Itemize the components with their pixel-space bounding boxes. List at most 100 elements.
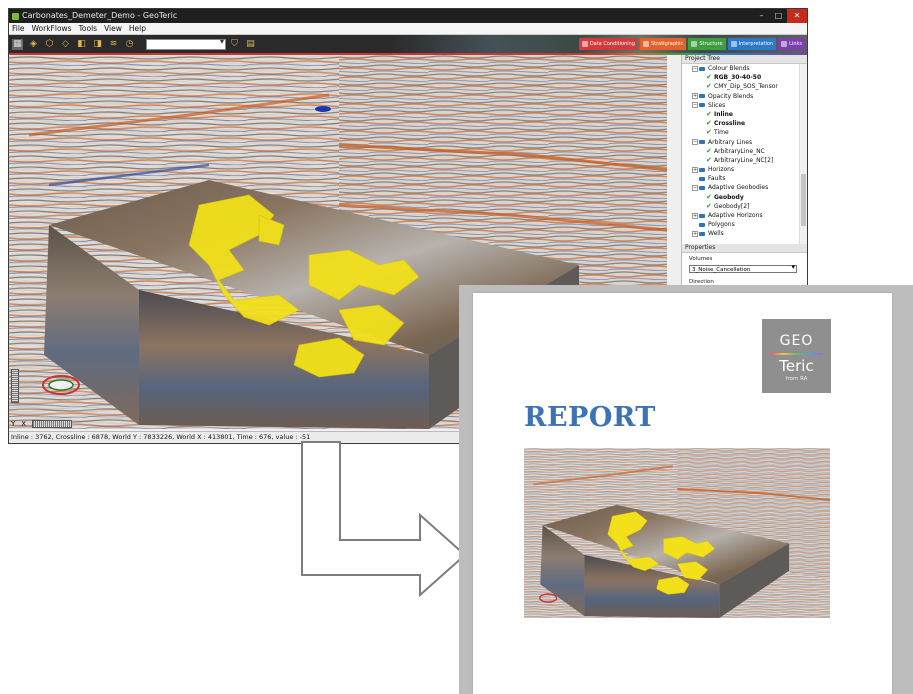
menu-help[interactable]: Help bbox=[129, 23, 146, 34]
workflow-tab-structure[interactable]: Structure bbox=[688, 38, 726, 50]
slice-icon[interactable]: ◧ bbox=[76, 39, 87, 50]
tree-item-label: Arbitrary Lines bbox=[708, 138, 753, 146]
close-button[interactable]: ✕ bbox=[787, 9, 807, 23]
window-title: Carbonates_Demeter_Demo - GeoTeric bbox=[22, 11, 178, 20]
checkmark-icon[interactable]: ✔ bbox=[706, 110, 712, 119]
tree-item-label: Crossline bbox=[714, 120, 746, 128]
shield-icon[interactable]: ⛉ bbox=[229, 39, 240, 50]
data-conditioning-icon bbox=[581, 41, 588, 47]
tree-item[interactable]: Faults bbox=[682, 174, 807, 183]
tree-item[interactable]: ✔ Inline bbox=[682, 110, 807, 119]
checkmark-icon[interactable]: ✔ bbox=[706, 119, 712, 128]
checkmark-icon[interactable]: ✔ bbox=[706, 82, 712, 91]
workflow-tab-data-conditioning[interactable]: Data Conditioning bbox=[578, 38, 638, 50]
expand-icon[interactable]: + bbox=[692, 93, 698, 100]
volume-icon[interactable]: ⬡ bbox=[44, 39, 55, 50]
tree-item[interactable]: ✔ ArbitraryLine_NC[2] bbox=[682, 156, 807, 165]
maximize-button[interactable]: □ bbox=[770, 9, 787, 23]
stratigraphic-icon bbox=[642, 41, 649, 47]
tree-item[interactable]: ✔ Geobody[2] bbox=[682, 202, 807, 211]
folder-icon bbox=[699, 167, 705, 172]
direction-label: Direction bbox=[689, 279, 714, 285]
collapse-icon[interactable]: − bbox=[692, 102, 698, 109]
tree-item[interactable]: ✔ ArbitraryLine_NC bbox=[682, 147, 807, 156]
tree-item[interactable]: − Arbitrary Lines bbox=[682, 138, 807, 147]
document-icon[interactable]: ▤ bbox=[245, 39, 256, 50]
tree-item[interactable]: ✔ Geobody bbox=[682, 193, 807, 202]
checkmark-icon[interactable]: ✔ bbox=[706, 193, 712, 202]
tree-item-label: ArbitraryLine_NC bbox=[714, 147, 765, 155]
collapse-icon[interactable]: − bbox=[692, 185, 698, 192]
vertical-slider[interactable] bbox=[11, 369, 19, 403]
minimize-button[interactable]: – bbox=[753, 9, 770, 23]
tree-scrollbar[interactable] bbox=[799, 64, 807, 244]
workflow-tab-links[interactable]: Links bbox=[778, 38, 805, 50]
tree-item-label: Colour Blends bbox=[708, 65, 750, 72]
folder-icon bbox=[699, 213, 705, 218]
tree-item-label: Faults bbox=[708, 175, 726, 183]
tree-item-label: Opacity Blends bbox=[708, 92, 754, 100]
tree-item-label: ArbitraryLine_NC[2] bbox=[714, 156, 774, 164]
tree-item-label: Wells bbox=[708, 230, 724, 238]
checkmark-icon[interactable]: ✔ bbox=[706, 128, 712, 137]
y-axis-label: Y bbox=[11, 420, 16, 428]
menu-tools[interactable]: Tools bbox=[79, 23, 97, 34]
folder-icon bbox=[699, 222, 705, 227]
tree-item[interactable]: − Colour Blends bbox=[682, 64, 807, 73]
tree-item[interactable]: − Slices bbox=[682, 101, 807, 110]
menu-bar: File WorkFlows Tools View Help bbox=[9, 23, 807, 35]
expand-icon[interactable]: + bbox=[692, 212, 698, 219]
stack-icon[interactable]: ≋ bbox=[108, 39, 119, 50]
workflow-tab-stratigraphic[interactable]: Stratigraphic bbox=[639, 38, 687, 50]
tree-item[interactable]: Polygons bbox=[682, 220, 807, 229]
tree-item-label: Geobody bbox=[714, 193, 744, 201]
folder-icon bbox=[699, 103, 705, 108]
tree-item-label: RGB_30-40-50 bbox=[714, 74, 762, 82]
tree-item[interactable]: + Adaptive Horizons bbox=[682, 211, 807, 220]
folder-icon bbox=[699, 176, 705, 181]
toolbar-dropdown[interactable] bbox=[146, 37, 226, 50]
menu-view[interactable]: View bbox=[104, 23, 122, 34]
checkmark-icon[interactable]: ✔ bbox=[706, 73, 712, 82]
tree-item-label: Geobody[2] bbox=[714, 202, 750, 210]
tree-item[interactable]: ✔ RGB_30-40-50 bbox=[682, 73, 807, 82]
project-icon[interactable]: ▦ bbox=[12, 38, 23, 50]
report-seismic-image bbox=[524, 448, 830, 618]
geoteric-logo: GEO Teric from RA bbox=[762, 319, 831, 393]
expand-icon[interactable]: + bbox=[692, 230, 698, 237]
tree-item-label: Adaptive Horizons bbox=[708, 212, 763, 219]
layers-icon[interactable]: ◇ bbox=[60, 39, 71, 50]
tree-item-label: Polygons bbox=[708, 221, 735, 229]
menu-workflows[interactable]: WorkFlows bbox=[32, 23, 72, 34]
folder-icon bbox=[699, 186, 705, 191]
expand-icon[interactable]: + bbox=[692, 166, 698, 173]
volumes-select[interactable]: 3_Noise_Cancellation bbox=[689, 263, 797, 273]
tree-item[interactable]: + Wells bbox=[682, 229, 807, 238]
app-icon bbox=[12, 12, 19, 20]
collapse-icon[interactable]: − bbox=[692, 139, 698, 146]
workflow-tab-interpretation[interactable]: Interpretation bbox=[727, 38, 777, 50]
toolbar-banner-image: Data Conditioning Stratigraphic Structur… bbox=[389, 35, 807, 53]
tree-item-label: Slices bbox=[708, 101, 726, 109]
checkmark-icon[interactable]: ✔ bbox=[706, 147, 712, 156]
horizontal-slider[interactable] bbox=[32, 420, 73, 428]
report-screenshot bbox=[524, 448, 830, 618]
tree-item[interactable]: − Adaptive Geobodies bbox=[682, 183, 807, 192]
cube-icon[interactable]: ◈ bbox=[28, 39, 39, 50]
collapse-icon[interactable]: − bbox=[692, 65, 698, 72]
links-icon bbox=[781, 41, 788, 47]
menu-file[interactable]: File bbox=[12, 23, 25, 34]
tree-item[interactable]: + Horizons bbox=[682, 165, 807, 174]
volumes-label: Volumes bbox=[689, 256, 713, 262]
tree-item[interactable]: ✔ Time bbox=[682, 128, 807, 137]
blend-icon[interactable]: ◨ bbox=[92, 39, 103, 50]
tree-item[interactable]: ✔ Crossline bbox=[682, 119, 807, 128]
flow-arrow bbox=[301, 441, 467, 598]
tree-item[interactable]: + Opacity Blends bbox=[682, 92, 807, 101]
tree-item[interactable]: ✔ CMY_Dip_SOS_Tensor bbox=[682, 82, 807, 91]
checkmark-icon[interactable]: ✔ bbox=[706, 202, 712, 211]
checkmark-icon[interactable]: ✔ bbox=[706, 156, 712, 165]
folder-icon bbox=[699, 94, 705, 99]
clock-icon[interactable]: ◷ bbox=[124, 39, 135, 50]
project-tree[interactable]: − Colour Blends ✔ RGB_30-40-50 ✔ CMY_Dip_SOS_… bbox=[682, 64, 807, 244]
